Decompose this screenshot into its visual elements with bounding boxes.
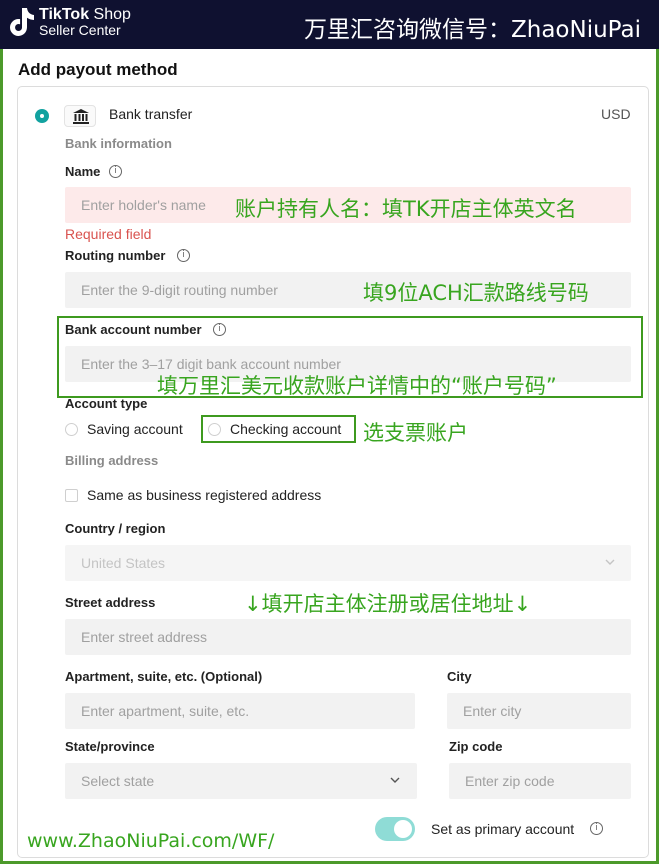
saving-account-label[interactable]: Saving account <box>87 421 183 437</box>
apartment-input[interactable] <box>65 693 415 729</box>
bank-transfer-radio[interactable] <box>35 109 49 123</box>
chevron-down-icon <box>390 777 400 783</box>
routing-number-label: Routing number <box>65 248 166 263</box>
street-address-field[interactable] <box>65 619 631 655</box>
zip-code-field[interactable] <box>449 763 631 799</box>
website-annotation: www.ZhaoNiuPai.com/WF/ <box>27 830 275 852</box>
name-error-text: Required field <box>65 226 152 242</box>
name-annotation: 账户持有人名：填TK开店主体英文名 <box>235 197 577 221</box>
page-title: Add payout method <box>18 60 178 79</box>
chevron-down-icon <box>605 559 615 565</box>
tiktok-logo-icon <box>10 8 34 36</box>
wechat-contact-note: 万里汇咨询微信号：ZhaoNiuPai <box>304 17 641 43</box>
billing-address-heading: Billing address <box>65 453 159 468</box>
zip-code-label: Zip code <box>449 739 503 754</box>
name-label: Name <box>65 164 101 179</box>
brand-subtitle: Seller Center <box>39 22 121 38</box>
bank-icon-box <box>64 105 96 127</box>
bank-transfer-label: Bank transfer <box>109 106 193 122</box>
routing-info-icon[interactable]: i <box>177 249 190 262</box>
primary-account-toggle[interactable] <box>375 817 415 841</box>
saving-account-radio[interactable] <box>65 423 78 436</box>
account-annotation: 填万里汇美元收款账户详情中的“账户号码” <box>157 374 557 398</box>
account-info-icon[interactable]: i <box>213 323 226 336</box>
checking-account-radio[interactable] <box>208 423 221 436</box>
currency-label: USD <box>601 106 631 122</box>
city-input[interactable] <box>447 693 631 729</box>
name-info-icon[interactable]: i <box>109 165 122 178</box>
same-as-business-checkbox[interactable] <box>65 489 78 502</box>
street-address-label: Street address <box>65 595 156 610</box>
apartment-label: Apartment, suite, etc. (Optional) <box>65 669 263 684</box>
zip-code-input[interactable] <box>449 763 631 799</box>
bank-information-heading: Bank information <box>65 136 172 151</box>
state-select[interactable]: Select state <box>65 763 417 799</box>
checking-annotation: 选支票账户 <box>363 421 468 445</box>
bank-icon <box>73 109 89 124</box>
address-annotation: ↓填开店主体注册或居住地址↓ <box>244 592 532 616</box>
same-as-business-label[interactable]: Same as business registered address <box>87 487 321 503</box>
country-select[interactable]: United States <box>65 545 631 581</box>
top-header: TikTok Shop Seller Center 万里汇咨询微信号：ZhaoN… <box>0 0 659 49</box>
primary-account-label: Set as primary account <box>431 821 575 837</box>
apartment-field[interactable] <box>65 693 415 729</box>
city-label: City <box>447 669 472 684</box>
country-value: United States <box>81 555 166 571</box>
account-number-label: Bank account number <box>65 322 202 337</box>
checking-account-label[interactable]: Checking account <box>230 421 341 437</box>
primary-info-icon[interactable]: i <box>590 822 603 835</box>
routing-annotation: 填9位ACH汇款路线号码 <box>363 281 589 305</box>
state-province-label: State/province <box>65 739 155 754</box>
city-field[interactable] <box>447 693 631 729</box>
street-address-input[interactable] <box>65 619 631 655</box>
account-type-label: Account type <box>65 396 148 411</box>
state-placeholder: Select state <box>81 773 155 789</box>
country-region-label: Country / region <box>65 521 166 536</box>
